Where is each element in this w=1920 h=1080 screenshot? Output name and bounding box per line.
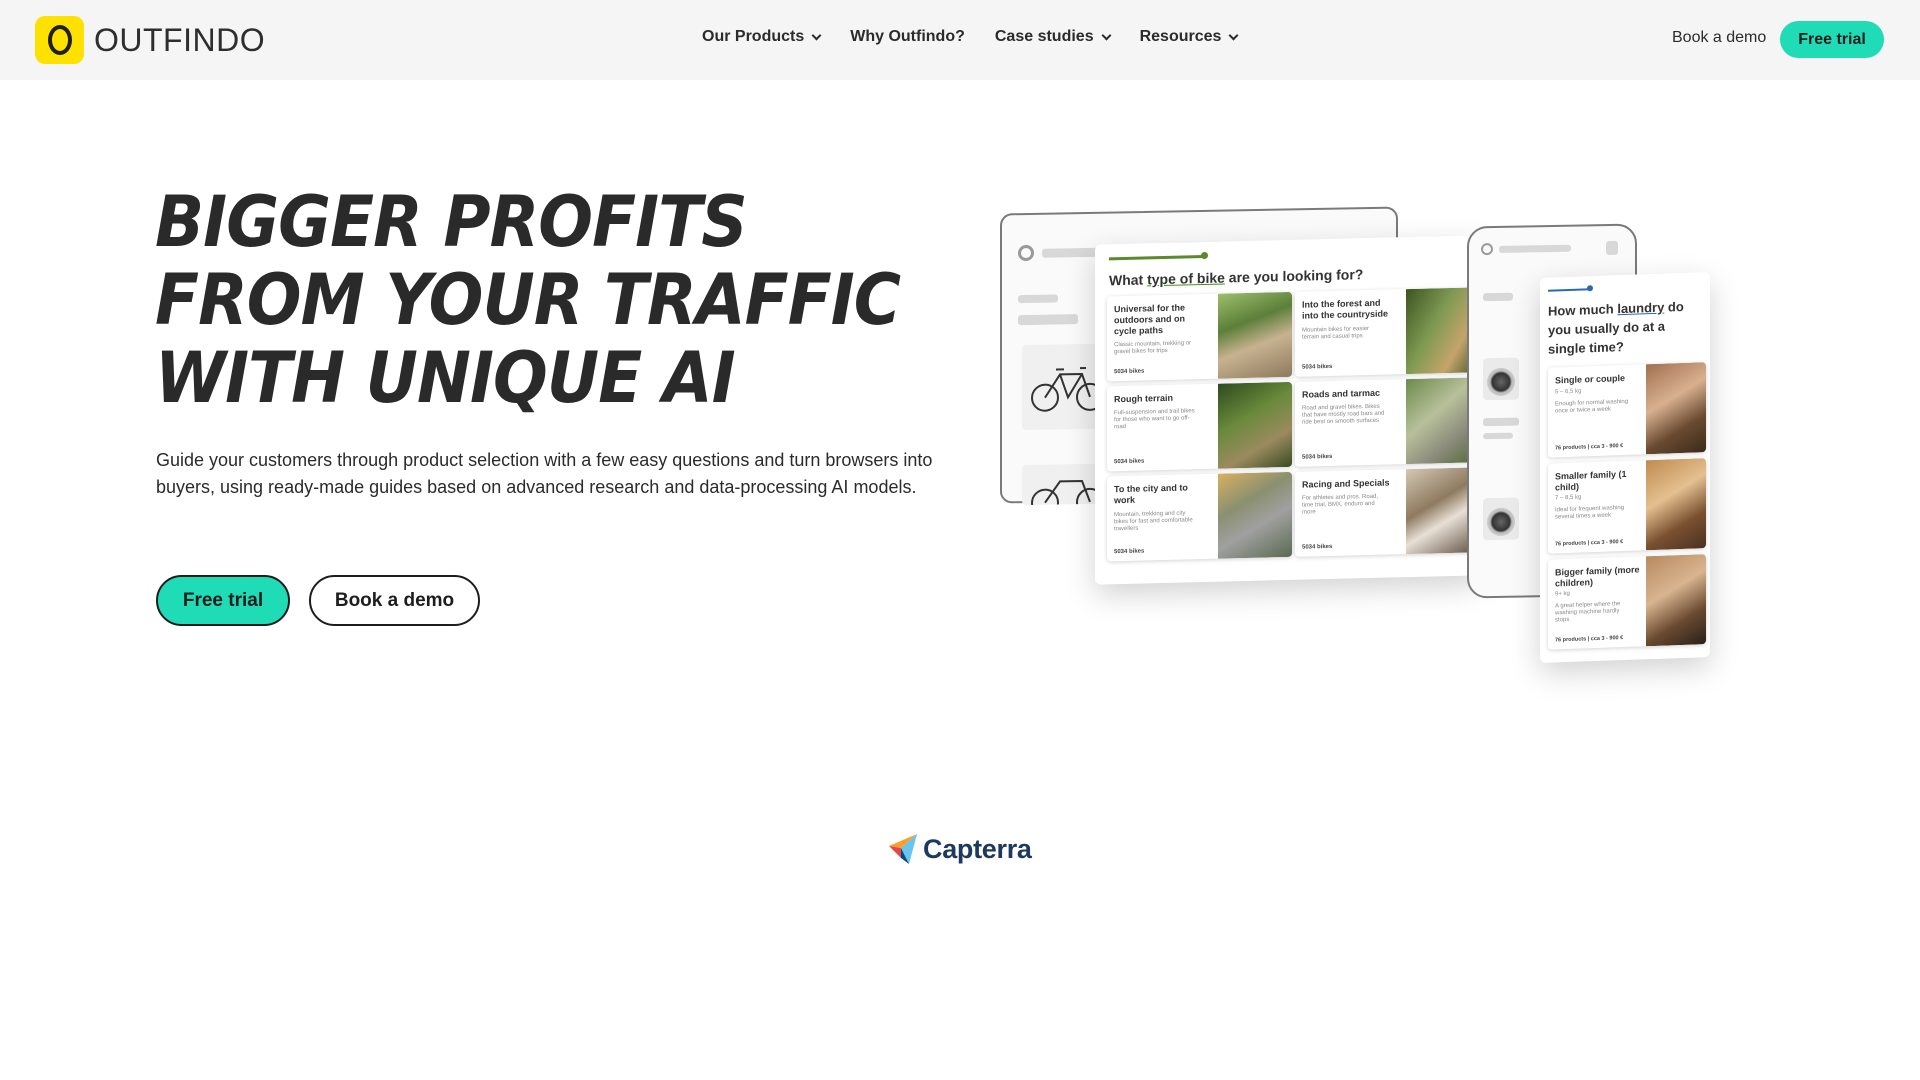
quiz-option-card: Smaller family (1 child) 7 – 8,5 kg Idea… [1548, 458, 1706, 554]
hero-title-line: FROM YOUR TRAFFIC [155, 259, 901, 341]
quiz-option-card: Single or couple 5 – 6,5 kg Enough for n… [1548, 362, 1706, 458]
nav-label: Resources [1139, 28, 1222, 45]
quiz-option-card: Racing and Specials For athletes and pro… [1295, 467, 1480, 557]
site-header: OUTFINDO Our Products Why Outfindo? Case… [0, 0, 1920, 80]
nav-why-outfindo[interactable]: Why Outfindo? [850, 28, 965, 46]
quiz-option-card: Bigger family (more children) 9+ kg A gr… [1548, 554, 1706, 650]
hero-book-demo-button[interactable]: Book a demo [309, 575, 480, 626]
logo[interactable]: OUTFINDO [35, 16, 265, 64]
logo-mark-icon [35, 16, 84, 64]
quiz-option-card: Universal for the outdoors and on cycle … [1107, 291, 1292, 382]
nav-label: Case studies [994, 28, 1094, 45]
logo-text: OUTFINDO [94, 21, 266, 58]
bicycle-icon [1031, 366, 1104, 412]
hero-free-trial-button[interactable]: Free trial [156, 575, 290, 626]
nav-label: Our Products [702, 28, 805, 45]
quiz-option-card: Roads and tarmac Road and gravel bikes. … [1295, 377, 1480, 467]
bicycle-icon [1031, 480, 1104, 505]
option-photo [1218, 291, 1292, 379]
mobile-quiz-panel: How much laundry do you usually do at a … [1540, 272, 1710, 663]
option-photo [1646, 362, 1706, 455]
mobile-quiz-question: How much laundry do you usually do at a … [1548, 298, 1684, 357]
hero-title: BIGGER PROFITS FROM YOUR TRAFFIC WITH UN… [155, 181, 901, 419]
chevron-down-icon [811, 30, 822, 40]
product-mockup-illustration: What type of bike are you looking for? U… [995, 205, 1735, 685]
capterra-badge[interactable]: Capterra [887, 832, 1032, 866]
option-photo [1646, 458, 1706, 551]
nav-case-studies[interactable]: Case studies [994, 28, 1112, 46]
header-book-demo-link[interactable]: Book a demo [1672, 29, 1766, 47]
option-photo [1218, 471, 1292, 559]
header-free-trial-button[interactable]: Free trial [1780, 21, 1884, 58]
nav-our-products[interactable]: Our Products [702, 28, 822, 46]
capterra-logo-icon [889, 834, 917, 864]
desktop-quiz-panel: What type of bike are you looking for? U… [1095, 235, 1480, 585]
quiz-option-card: To the city and to work Mountain, trekki… [1107, 471, 1292, 562]
capterra-label: Capterra [923, 833, 1032, 864]
desktop-quiz-question: What type of bike are you looking for? [1109, 266, 1364, 289]
quiz-option-card: Into the forest and into the countryside… [1295, 287, 1480, 377]
chevron-down-icon [1101, 30, 1112, 40]
hero-title-line: BIGGER PROFITS [155, 181, 748, 263]
hero-subtitle: Guide your customers through product sel… [156, 450, 933, 497]
option-photo [1646, 554, 1706, 647]
option-photo [1218, 381, 1292, 469]
chevron-down-icon [1228, 30, 1239, 40]
nav-label: Why Outfindo? [850, 28, 965, 45]
quiz-option-card: Rough terrain Full-suspension and trail … [1107, 381, 1292, 472]
hero-title-line: WITH UNIQUE AI [155, 337, 736, 419]
main-nav: Our Products Why Outfindo? Case studies … [702, 28, 1267, 46]
nav-resources[interactable]: Resources [1139, 28, 1239, 46]
